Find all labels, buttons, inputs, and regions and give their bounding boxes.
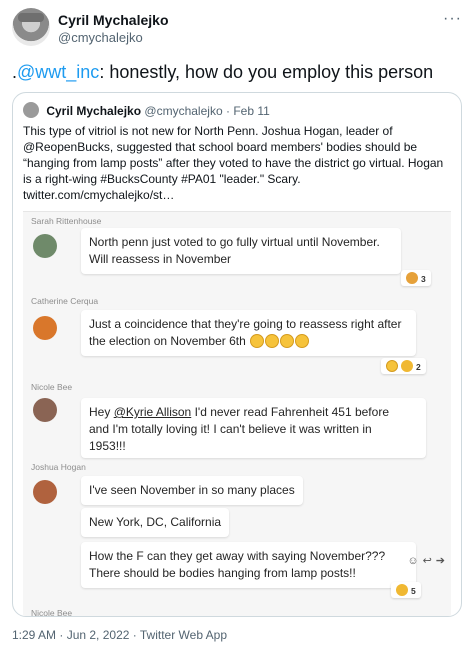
reaction-badge: 2 — [381, 358, 426, 374]
chat-message: I've seen November in so many places — [81, 476, 303, 505]
chat-sender: Nicole Bee — [31, 608, 73, 617]
thinking-face-icon — [280, 334, 295, 348]
chat-message-line: Will reassess in November — [89, 252, 232, 266]
chat-message-line: How the F can they get away with saying … — [89, 549, 386, 563]
chat-message: Hey @Kyrie Allison I'd never read Fahren… — [81, 398, 426, 458]
chat-avatar — [33, 480, 57, 504]
chat-message-line: Just a coincidence that they're going to… — [89, 317, 402, 331]
quoted-tweet[interactable]: Cyril Mychalejko @cmychalejko · Feb 11 T… — [12, 92, 462, 617]
quoted-author-avatar — [23, 102, 39, 118]
chat-message-line: North penn just voted to go fully virtua… — [89, 235, 380, 249]
chat-screenshot-image: Sarah Rittenhouse North penn just voted … — [23, 211, 451, 617]
quoted-author-handle: @cmychalejko — [144, 104, 223, 118]
laughing-face-icon — [386, 360, 398, 372]
chat-message-text: Hey — [89, 405, 114, 419]
message-actions: ☺ ↩ ➔ — [403, 554, 445, 567]
quoted-date: Feb 11 — [233, 104, 270, 118]
tweet-header: Cyril Mychalejko @cmychalejko ··· — [12, 8, 462, 52]
author-handle[interactable]: @cmychalejko — [58, 30, 143, 45]
chat-sender: Sarah Rittenhouse — [31, 216, 102, 226]
chat-message-line: and I'm totally loving it! I can't belie… — [89, 422, 372, 436]
chat-sender: Nicole Bee — [31, 382, 73, 392]
chat-sender: Catherine Cerqua — [31, 296, 99, 306]
quoted-tweet-header: Cyril Mychalejko @cmychalejko · Feb 11 — [23, 102, 270, 120]
tweet-text-body: : honestly, how do you employ this perso… — [99, 62, 434, 82]
reaction-count: 5 — [411, 586, 416, 596]
chat-message: How the F can they get away with saying … — [81, 542, 416, 588]
chat-mention: @Kyrie Allison — [113, 405, 192, 419]
thumbs-up-icon — [401, 360, 413, 372]
chat-message-line: There should be bodies hanging from lamp… — [89, 566, 356, 580]
forward-icon: ➔ — [435, 555, 445, 567]
author-avatar[interactable] — [12, 8, 50, 46]
reaction-count: 3 — [421, 274, 426, 284]
reaction-count: 2 — [416, 362, 421, 372]
chat-message: New York, DC, California — [81, 508, 230, 537]
chat-message-line: the election on November 6th — [89, 333, 408, 350]
smiley-icon: ☺ — [407, 555, 419, 567]
chat-avatar — [33, 316, 57, 340]
tweet-timestamp[interactable]: 1:29 AM · Jun 2, 2022 · Twitter Web App — [12, 628, 227, 642]
chat-message-line: 1953!!! — [89, 439, 126, 453]
author-name[interactable]: Cyril Mychalejko — [58, 12, 169, 28]
thumbs-down-icon — [406, 272, 418, 284]
thinking-face-icon — [250, 334, 265, 348]
thumbs-up-icon — [396, 584, 408, 596]
tweet-text: .@wwt_inc: honestly, how do you employ t… — [12, 60, 462, 84]
mention-link[interactable]: @wwt_inc — [17, 62, 99, 82]
chat-avatar — [33, 234, 57, 258]
separator: · — [225, 104, 230, 118]
thinking-face-icon — [265, 334, 280, 348]
reaction-badge: 5 — [391, 582, 421, 598]
chat-message-text: the election on November 6th — [89, 334, 246, 348]
more-options-icon[interactable]: ··· — [443, 10, 462, 28]
reply-icon: ↩ — [422, 555, 432, 567]
chat-sender: Joshua Hogan — [31, 462, 86, 472]
chat-message: North penn just voted to go fully virtua… — [81, 228, 401, 274]
chat-message-text: I'd never read Fahrenheit 451 before — [191, 405, 389, 419]
chat-message-line: Hey @Kyrie Allison I'd never read Fahren… — [89, 404, 418, 421]
reaction-badge: 3 — [401, 270, 431, 286]
quoted-tweet-text: This type of vitriol is not new for Nort… — [23, 124, 444, 202]
quoted-author-name: Cyril Mychalejko — [46, 104, 142, 118]
thinking-face-icon — [295, 334, 310, 348]
chat-avatar — [33, 398, 57, 422]
chat-message: Just a coincidence that they're going to… — [81, 310, 416, 356]
